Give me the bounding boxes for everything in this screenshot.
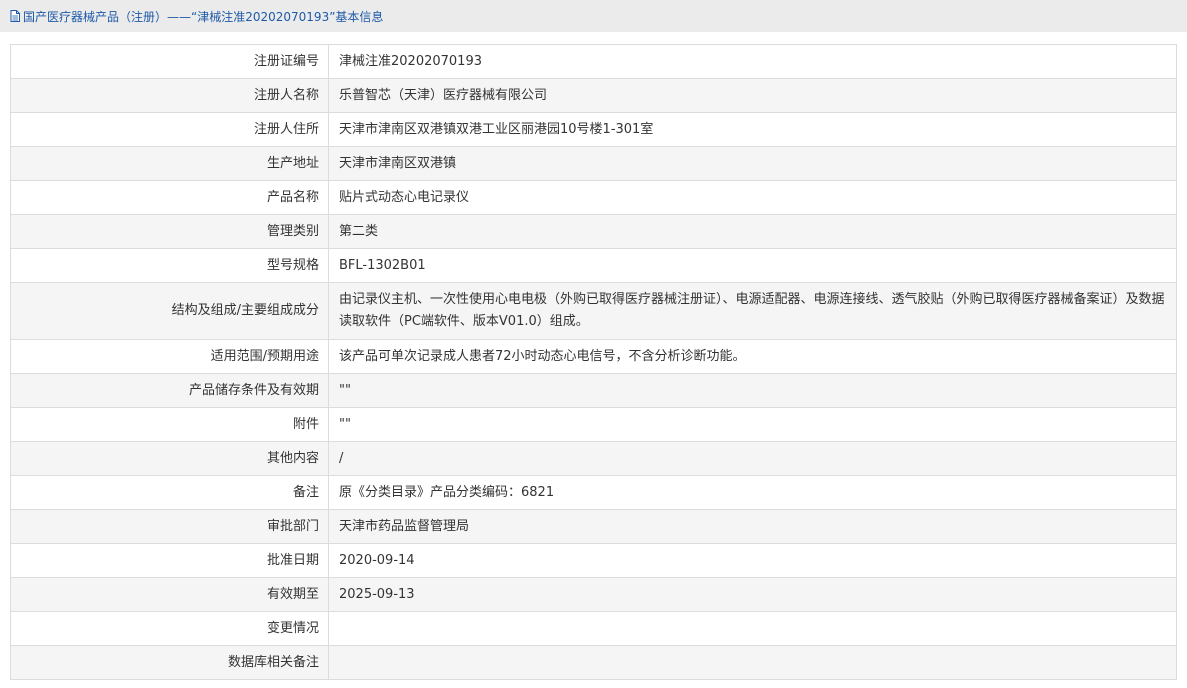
field-value: 该产品可单次记录成人患者72小时动态心电信号，不含分析诊断功能。 (328, 339, 1177, 374)
field-label: 备注 (10, 475, 329, 510)
field-value: "" (328, 407, 1177, 442)
field-value: 2020-09-14 (328, 543, 1177, 578)
table-row: 产品储存条件及有效期 "" (10, 373, 1177, 408)
field-label: 型号规格 (10, 248, 329, 283)
table-row: 注册人名称 乐普智芯（天津）医疗器械有限公司 (10, 78, 1177, 113)
field-label: 审批部门 (10, 509, 329, 544)
field-value: 贴片式动态心电记录仪 (328, 180, 1177, 215)
field-label: 注册证编号 (10, 44, 329, 79)
document-icon (10, 10, 20, 22)
table-row: 适用范围/预期用途 该产品可单次记录成人患者72小时动态心电信号，不含分析诊断功… (10, 339, 1177, 374)
field-label: 产品储存条件及有效期 (10, 373, 329, 408)
info-table-container: 注册证编号 津械注准20202070193 注册人名称 乐普智芯（天津）医疗器械… (10, 44, 1177, 680)
table-row: 管理类别 第二类 (10, 214, 1177, 249)
table-row: 生产地址 天津市津南区双港镇 (10, 146, 1177, 181)
field-value: BFL-1302B01 (328, 248, 1177, 283)
field-label: 附件 (10, 407, 329, 442)
field-label: 产品名称 (10, 180, 329, 215)
field-value (328, 645, 1177, 680)
field-value: 第二类 (328, 214, 1177, 249)
field-value: 天津市药品监督管理局 (328, 509, 1177, 544)
field-label: 注册人住所 (10, 112, 329, 147)
table-row: 附件 "" (10, 407, 1177, 442)
table-row: 审批部门 天津市药品监督管理局 (10, 509, 1177, 544)
table-row: 型号规格 BFL-1302B01 (10, 248, 1177, 283)
field-value: / (328, 441, 1177, 476)
field-value: "" (328, 373, 1177, 408)
field-label: 适用范围/预期用途 (10, 339, 329, 374)
field-value: 2025-09-13 (328, 577, 1177, 612)
field-label: 数据库相关备注 (10, 645, 329, 680)
field-value: 由记录仪主机、一次性使用心电电极（外购已取得医疗器械注册证）、电源适配器、电源连… (328, 282, 1177, 340)
field-value: 乐普智芯（天津）医疗器械有限公司 (328, 78, 1177, 113)
field-value: 原《分类目录》产品分类编码：6821 (328, 475, 1177, 510)
field-label: 生产地址 (10, 146, 329, 181)
table-row: 有效期至 2025-09-13 (10, 577, 1177, 612)
field-label: 批准日期 (10, 543, 329, 578)
table-row: 其他内容 / (10, 441, 1177, 476)
field-label: 有效期至 (10, 577, 329, 612)
table-row: 批准日期 2020-09-14 (10, 543, 1177, 578)
field-label: 结构及组成/主要组成成分 (10, 282, 329, 340)
field-value: 天津市津南区双港镇双港工业区丽港园10号楼1-301室 (328, 112, 1177, 147)
field-value: 天津市津南区双港镇 (328, 146, 1177, 181)
field-label: 变更情况 (10, 611, 329, 646)
table-row: 变更情况 (10, 611, 1177, 646)
breadcrumb-bar: 国产医疗器械产品（注册）——“津械注准20202070193”基本信息 (0, 0, 1187, 32)
table-row: 备注 原《分类目录》产品分类编码：6821 (10, 475, 1177, 510)
field-label: 管理类别 (10, 214, 329, 249)
table-row: 注册证编号 津械注准20202070193 (10, 44, 1177, 79)
table-row: 注册人住所 天津市津南区双港镇双港工业区丽港园10号楼1-301室 (10, 112, 1177, 147)
product-info-table: 注册证编号 津械注准20202070193 注册人名称 乐普智芯（天津）医疗器械… (10, 44, 1177, 680)
table-row: 产品名称 贴片式动态心电记录仪 (10, 180, 1177, 215)
field-value (328, 611, 1177, 646)
field-value: 津械注准20202070193 (328, 44, 1177, 79)
table-row: 结构及组成/主要组成成分 由记录仪主机、一次性使用心电电极（外购已取得医疗器械注… (10, 282, 1177, 340)
table-row: 数据库相关备注 (10, 645, 1177, 680)
breadcrumb[interactable]: 国产医疗器械产品（注册）——“津械注准20202070193”基本信息 (23, 8, 383, 25)
field-label: 其他内容 (10, 441, 329, 476)
field-label: 注册人名称 (10, 78, 329, 113)
